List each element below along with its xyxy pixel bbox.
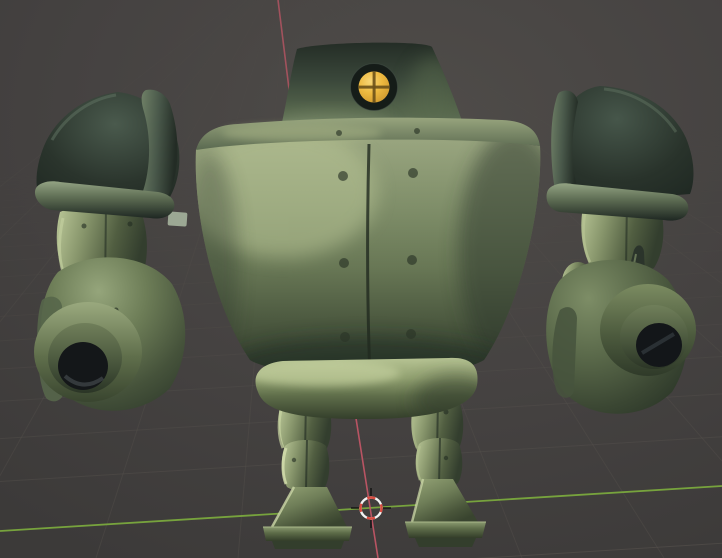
boot-left-plinth bbox=[263, 527, 352, 541]
boot-right-plinth bbox=[405, 522, 486, 538]
ledge-sheen bbox=[222, 124, 382, 142]
boot-left-base bbox=[272, 541, 344, 549]
viewport-canvas[interactable] bbox=[0, 0, 722, 558]
shin-left-seam bbox=[305, 439, 308, 491]
shin-right-rivet bbox=[443, 455, 449, 461]
shin-right-seam bbox=[438, 437, 441, 487]
shin-left-rivet bbox=[291, 457, 297, 463]
porthole-cross-horizontal bbox=[358, 85, 390, 89]
boot-right-base bbox=[415, 538, 476, 547]
blender-3d-viewport[interactable] bbox=[0, 0, 722, 558]
robot-shin-left[interactable] bbox=[281, 439, 330, 492]
robot-fist-left[interactable] bbox=[34, 257, 186, 411]
robot-porthole[interactable] bbox=[350, 63, 398, 111]
